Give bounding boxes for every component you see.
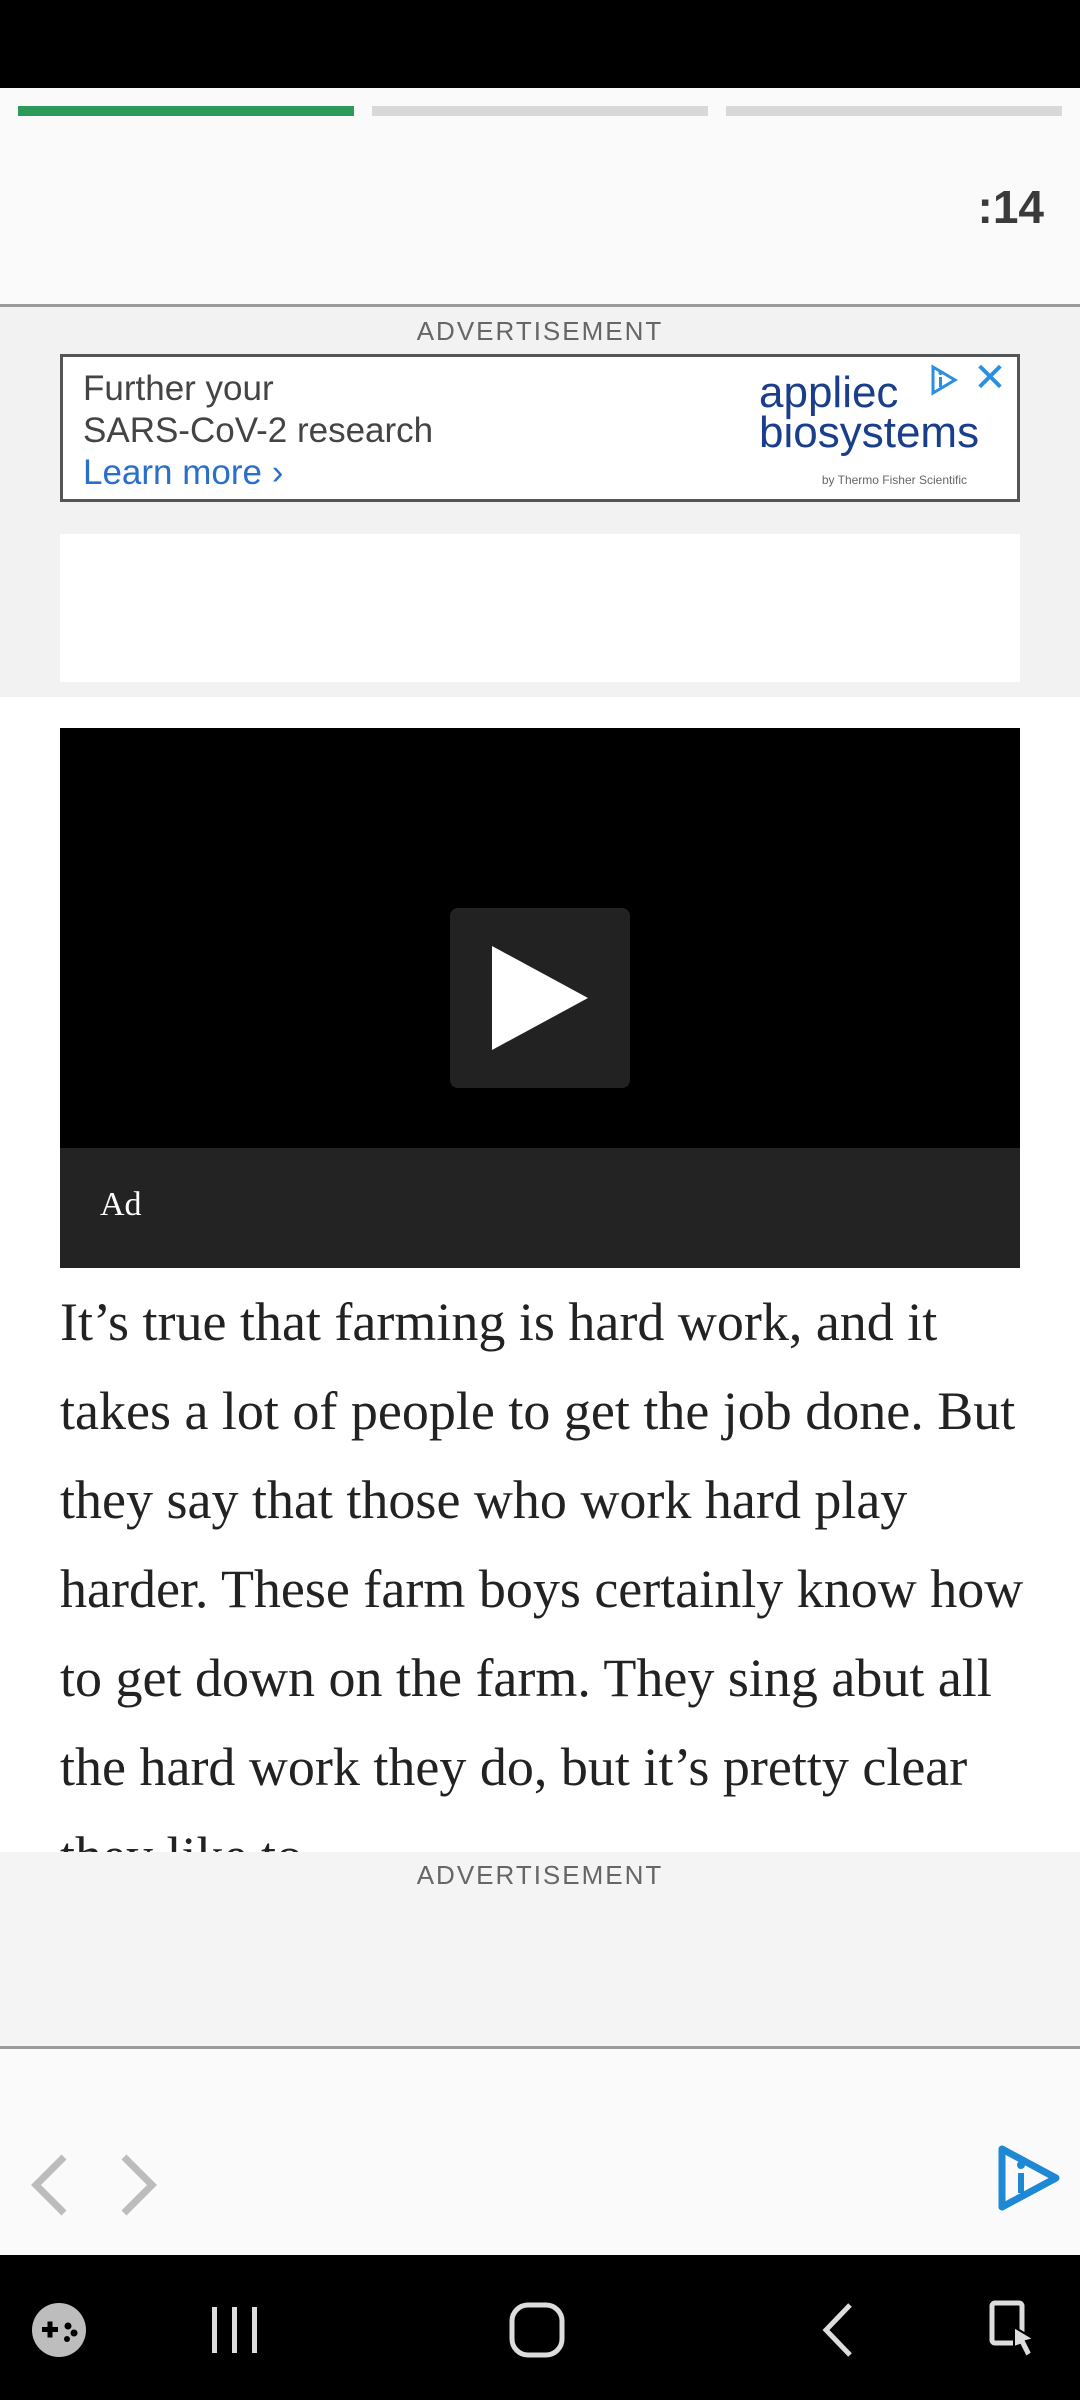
video-control-bar: Ad: [60, 1148, 1020, 1268]
video-ad-label: Ad: [100, 1186, 142, 1223]
banner-learn-more-link[interactable]: Learn more ›: [83, 453, 283, 493]
chevron-right-icon[interactable]: [108, 2145, 168, 2225]
accessibility-icon[interactable]: [980, 2295, 1050, 2365]
progress-segment-1: [18, 106, 354, 116]
bottom-ad-label: ADVERTISEMENT: [416, 1860, 664, 1890]
game-launcher-icon[interactable]: [24, 2295, 94, 2365]
play-button[interactable]: [450, 908, 630, 1088]
banner-ad[interactable]: Further your SARS-CoV-2 research Learn m…: [60, 354, 1020, 502]
banner-headline-line1: Further your: [83, 369, 274, 408]
system-nav-bar: [0, 2255, 1080, 2400]
story-nav-bar: [0, 2049, 1080, 2255]
video-ad-player[interactable]: Ad: [60, 728, 1020, 1268]
brand-line1: appliec: [759, 368, 899, 417]
ad-close-icon[interactable]: ✕: [973, 358, 1007, 398]
progress-segment-2: [372, 106, 708, 116]
brand-line2: biosystems: [759, 408, 980, 457]
story-progress: [18, 106, 1062, 116]
adchoices-icon[interactable]: [927, 363, 961, 397]
chevron-left-icon[interactable]: [20, 2145, 80, 2225]
recents-icon[interactable]: [200, 2295, 270, 2365]
brand-sub: by Thermo Fisher Scientific: [821, 473, 967, 487]
status-bar: [0, 0, 1080, 88]
home-icon[interactable]: [502, 2295, 572, 2365]
countdown-timer: :14: [977, 181, 1044, 233]
banner-headline-line2: SARS-CoV-2 research: [83, 411, 434, 450]
brand-logo-icon[interactable]: [992, 2143, 1062, 2213]
play-icon: [492, 946, 588, 1050]
top-ad-label: ADVERTISEMENT: [416, 316, 664, 346]
progress-segment-3: [726, 106, 1062, 116]
back-icon[interactable]: [806, 2295, 876, 2365]
banner-brand: appliec biosystems: [759, 368, 999, 457]
article-body: It’s true that farming is hard work, and…: [60, 1292, 1024, 1852]
blank-ad-slot: [60, 534, 1020, 682]
